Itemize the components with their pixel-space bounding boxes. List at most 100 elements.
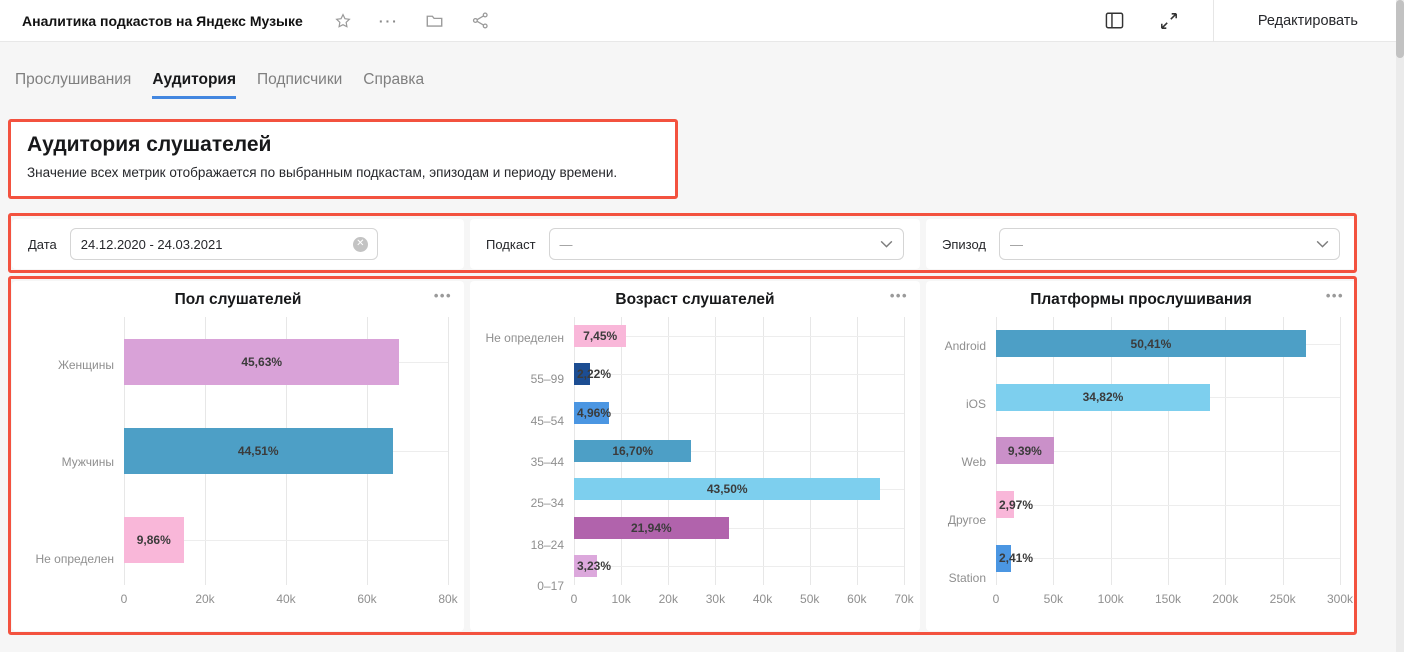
axis-tick-label: 60k (847, 592, 866, 606)
bar-value-label: 9,86% (137, 533, 171, 547)
chart-row: 44,51% (124, 406, 448, 495)
date-filter-label: Дата (28, 237, 57, 252)
chart-row: 16,70% (574, 432, 904, 470)
bar[interactable]: 16,70% (574, 440, 691, 462)
chart-gender: Пол слушателей ••• ЖенщиныМужчиныНе опре… (12, 281, 464, 631)
bar[interactable]: 4,96% (574, 402, 609, 424)
chart-row: 4,96% (574, 394, 904, 432)
bar-value-label: 34,82% (1083, 390, 1124, 404)
chart-row: 2,22% (574, 355, 904, 393)
bar-value-label: 3,23% (577, 559, 611, 573)
bar-value-label: 21,94% (631, 521, 672, 535)
category-label: 25–34 (478, 483, 574, 524)
dashboard-title: Аналитика подкастов на Яндекс Музыке (22, 13, 303, 29)
category-label: Другое (934, 491, 996, 549)
more-actions-icon[interactable]: ··· (379, 11, 399, 31)
plot-area: 7,45% 2,22% 4,96% 16,70% 43,50% 21,94% 3,23% (574, 317, 904, 585)
chart-row: 9,39% (996, 424, 1340, 478)
axis-tick-label: 0 (993, 592, 1000, 606)
intro-widget: Аудитория слушателей Значение всех метри… (11, 122, 675, 196)
bar-value-label: 2,22% (577, 367, 611, 381)
bar[interactable]: 45,63% (124, 339, 399, 385)
category-label: iOS (934, 375, 996, 433)
x-axis: 020k40k60k80k (124, 585, 448, 607)
bar[interactable]: 34,82% (996, 384, 1210, 411)
date-range-input[interactable]: 24.12.2020 - 24.03.2021 ✕ (70, 228, 378, 260)
tab-help[interactable]: Справка (363, 71, 424, 99)
gridline (448, 317, 449, 585)
gridline (1340, 317, 1341, 585)
bar[interactable]: 44,51% (124, 428, 393, 474)
chart-row: 21,94% (574, 508, 904, 546)
category-label: Android (934, 317, 996, 375)
x-axis: 050k100k150k200k250k300k (996, 585, 1340, 607)
edit-button[interactable]: Редактировать (1214, 13, 1404, 29)
chart-row: 45,63% (124, 317, 448, 406)
bar[interactable]: 7,45% (574, 325, 626, 347)
podcast-select-value: — (550, 237, 880, 252)
chart-title: Платформы прослушивания (926, 291, 1356, 309)
bar[interactable]: 2,22% (574, 363, 590, 385)
bar-value-label: 44,51% (238, 444, 279, 458)
plot-area: 45,63% 44,51% 9,86% (124, 317, 448, 585)
x-axis: 010k20k30k40k50k60k70k (574, 585, 904, 607)
axis-tick-label: 20k (195, 592, 214, 606)
tab-listens[interactable]: Прослушивания (15, 71, 131, 99)
category-label: Не определен (20, 510, 124, 607)
category-axis: ЖенщиныМужчиныНе определен (20, 317, 124, 607)
podcast-filter-label: Подкаст (486, 237, 536, 252)
scrollbar-thumb[interactable] (1396, 0, 1404, 58)
bar[interactable]: 2,97% (996, 491, 1014, 518)
toggle-panel-icon[interactable] (1105, 11, 1125, 31)
episode-select-value: — (1000, 237, 1316, 252)
page-subtitle: Значение всех метрик отображается по выб… (27, 165, 659, 180)
bar[interactable]: 50,41% (996, 330, 1306, 357)
axis-tick-label: 50k (1044, 592, 1063, 606)
chevron-down-icon (880, 240, 893, 248)
bar[interactable]: 9,39% (996, 437, 1054, 464)
axis-tick-label: 80k (438, 592, 457, 606)
axis-tick-label: 30k (706, 592, 725, 606)
scrollbar-track[interactable] (1396, 0, 1404, 652)
chart-age: Возраст слушателей ••• Не определен55–99… (470, 281, 920, 631)
category-axis: AndroidiOSWebДругоеStation (934, 317, 996, 607)
chevron-down-icon (1316, 240, 1329, 248)
tab-subscribers[interactable]: Подписчики (257, 71, 342, 99)
clear-date-icon[interactable]: ✕ (353, 237, 368, 252)
category-axis: Не определен55–9945–5435–4425–3418–240–1… (478, 317, 574, 607)
chart-menu-icon[interactable]: ••• (1326, 288, 1344, 303)
axis-tick-label: 10k (611, 592, 630, 606)
bar[interactable]: 21,94% (574, 517, 729, 539)
chart-row: 43,50% (574, 470, 904, 508)
share-icon[interactable] (471, 11, 491, 31)
axis-tick-label: 20k (659, 592, 678, 606)
fullscreen-icon[interactable] (1159, 11, 1179, 31)
chart-row: 2,97% (996, 478, 1340, 532)
episode-select[interactable]: — (999, 228, 1340, 260)
bar-value-label: 50,41% (1131, 337, 1172, 351)
category-label: Женщины (20, 317, 124, 414)
page-title: Аудитория слушателей (27, 133, 659, 157)
bar[interactable]: 2,41% (996, 545, 1011, 572)
date-filter-card: Дата 24.12.2020 - 24.03.2021 ✕ (12, 219, 464, 269)
chart-row: 34,82% (996, 371, 1340, 425)
bar-value-label: 43,50% (707, 482, 748, 496)
dashboard-tabs: Прослушивания Аудитория Подписчики Справ… (15, 71, 424, 99)
bar[interactable]: 43,50% (574, 478, 880, 500)
chart-row: 2,41% (996, 531, 1340, 585)
chart-menu-icon[interactable]: ••• (890, 288, 908, 303)
chart-menu-icon[interactable]: ••• (434, 288, 452, 303)
plot-area: 50,41% 34,82% 9,39% 2,97% 2,41% (996, 317, 1340, 585)
bar[interactable]: 9,86% (124, 517, 184, 563)
bar[interactable]: 3,23% (574, 555, 597, 577)
tab-audience[interactable]: Аудитория (152, 71, 236, 99)
bar-value-label: 2,41% (999, 551, 1033, 565)
folder-icon[interactable] (425, 11, 445, 31)
chart-title: Пол слушателей (12, 291, 464, 309)
bar-value-label: 9,39% (1008, 444, 1042, 458)
axis-tick-label: 250k (1270, 592, 1296, 606)
favorite-star-icon[interactable] (333, 11, 353, 31)
category-label: Station (934, 549, 996, 607)
podcast-select[interactable]: — (549, 228, 904, 260)
bar-value-label: 7,45% (583, 329, 617, 343)
